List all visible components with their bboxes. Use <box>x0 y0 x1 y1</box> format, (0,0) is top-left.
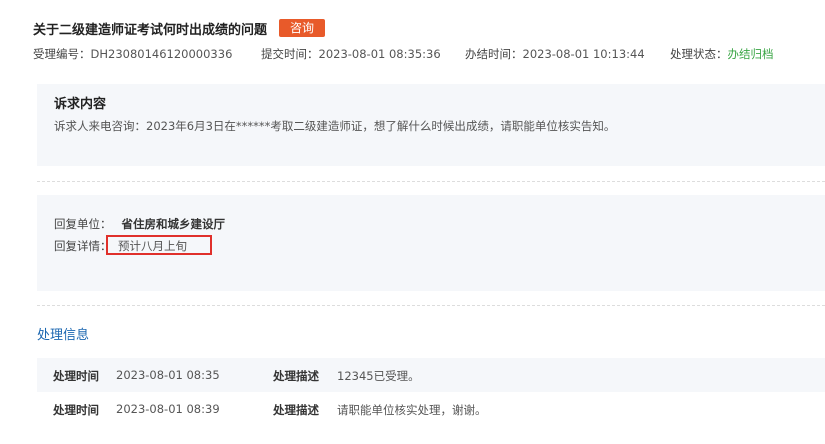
complaint-text: 诉求人来电咨询：2023年6月3日在******考取二级建造师证，想了解什么时候… <box>54 119 616 133</box>
reply-unit-value: 省住房和城乡建设厅 <box>121 217 226 231</box>
process-status: 处理状态：办结归档 <box>670 46 774 62</box>
proc-time-value: 2023-08-01 08:39 <box>116 402 220 416</box>
table-row: 处理时间 2023-08-01 08:35 处理描述 12345已受理。 <box>37 358 825 392</box>
processing-heading: 处理信息 <box>37 328 90 343</box>
page-title: 关于二级建造师证考试何时出成绩的问题 <box>33 22 268 38</box>
table-row: 处理时间 2023-08-01 08:39 处理描述 请职能单位核实处理，谢谢。 <box>37 392 825 426</box>
status-label: 处理状态： <box>670 47 728 61</box>
proc-desc-value: 请职能单位核实处理，谢谢。 <box>337 403 487 417</box>
reply-detail-value: 预计八月上旬 <box>118 239 187 253</box>
reply-unit-line: 回复单位： 省住房和城乡建设厅 <box>54 216 225 232</box>
complaint-heading: 诉求内容 <box>54 97 107 112</box>
proc-time-label: 处理时间 <box>53 403 99 417</box>
category-badge: 咨询 <box>279 19 326 37</box>
case-id-label: 受理编号： <box>33 47 91 61</box>
meta-row: 受理编号：DH23080146120000336 提交时间：2023-08-01… <box>0 46 825 62</box>
submit-time-value: 2023-08-01 08:35:36 <box>318 47 441 61</box>
reply-detail-line: 回复详情： <box>54 238 112 254</box>
submit-time: 提交时间：2023-08-01 08:35:36 <box>261 46 441 62</box>
proc-desc-label: 处理描述 <box>273 403 319 417</box>
submit-time-label: 提交时间： <box>261 47 319 61</box>
done-time: 办结时间：2023-08-01 10:13:44 <box>465 46 645 62</box>
proc-desc-label: 处理描述 <box>273 369 319 383</box>
status-badge: 办结归档 <box>727 47 774 61</box>
done-time-label: 办结时间： <box>465 47 523 61</box>
title-row: 关于二级建造师证考试何时出成绩的问题 咨询 <box>33 18 326 38</box>
reply-detail-label: 回复详情： <box>54 239 112 253</box>
divider <box>37 305 825 306</box>
done-time-value: 2023-08-01 10:13:44 <box>522 47 645 61</box>
case-id: 受理编号：DH23080146120000336 <box>33 46 232 62</box>
proc-time-value: 2023-08-01 08:35 <box>116 368 220 382</box>
case-id-value: DH23080146120000336 <box>90 47 233 61</box>
proc-time-label: 处理时间 <box>53 369 99 383</box>
divider <box>37 181 825 182</box>
proc-desc-value: 12345已受理。 <box>337 369 420 383</box>
reply-unit-label: 回复单位： <box>54 217 112 231</box>
